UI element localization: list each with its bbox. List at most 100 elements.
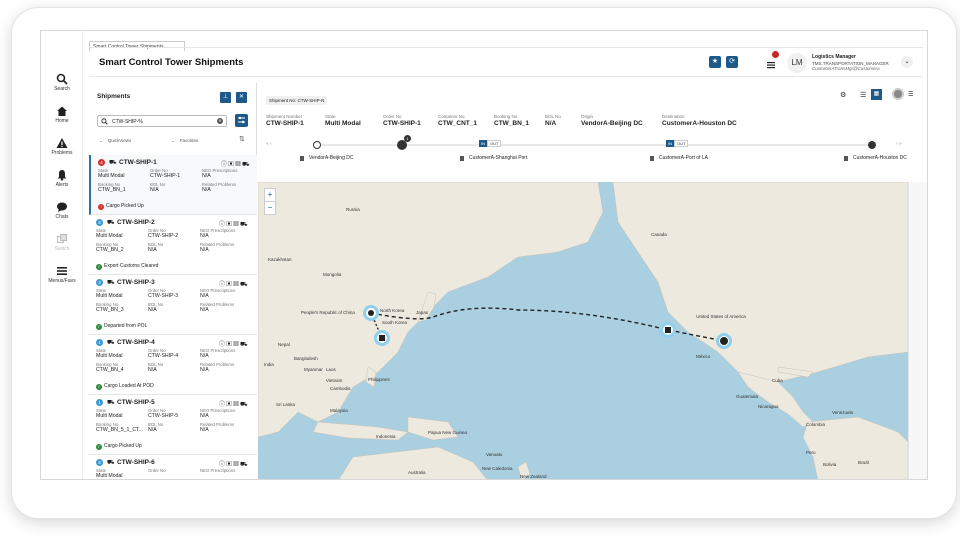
- map-label: Australia: [408, 470, 426, 475]
- nav-chats[interactable]: Chats: [41, 201, 83, 220]
- search-input[interactable]: CTW-SHIP-% ✕: [97, 115, 227, 127]
- nav-problems[interactable]: Problems: [41, 137, 83, 156]
- status-icon: ✓: [96, 264, 102, 270]
- list-view-button[interactable]: ☰: [860, 91, 866, 99]
- timeline-node-destination[interactable]: [868, 141, 876, 149]
- nav-search[interactable]: Search: [41, 73, 83, 92]
- booking-no-value: CTW_BN_3: [96, 307, 124, 313]
- related-problems-value: N/A: [200, 367, 209, 373]
- field-label: Destination: [662, 114, 685, 119]
- out-label: OUT: [674, 140, 689, 147]
- driver-avatar[interactable]: [892, 88, 904, 100]
- status-icon: !: [98, 204, 104, 210]
- map-label: India: [264, 362, 274, 367]
- in-label: IN: [479, 140, 487, 147]
- sort-icon: ⇅: [239, 136, 245, 143]
- shipment-card[interactable]: 3 ⛟ CTW-SHIP-6 ⓘ▣▦⛟ State Multi Modal Or…: [89, 455, 257, 479]
- notification-badge: [772, 51, 779, 58]
- sliders-icon: [238, 116, 245, 124]
- truck-icon: ⛟: [240, 222, 249, 228]
- chat-icon: [57, 202, 67, 212]
- map-label: Japan: [416, 310, 429, 315]
- zoom-in-button[interactable]: +: [265, 189, 275, 202]
- state-value: Multi Modal: [96, 293, 123, 299]
- menu-icon: [57, 267, 67, 275]
- nav-alerts[interactable]: Alerts: [41, 169, 83, 188]
- building-icon: [300, 156, 304, 161]
- shipment-card[interactable]: 3 ⛟ CTW-SHIP-2 ⓘ▣▦⛟ State Multi Modal Or…: [89, 215, 257, 275]
- search-value: CTW-SHIP-%: [112, 119, 143, 125]
- status-icon: ✓: [96, 384, 102, 390]
- route-map[interactable]: + − Russia Canada United States of Ameri…: [258, 182, 908, 479]
- field-shipment-number: Shipment Number CTW-SHIP-1: [266, 114, 304, 127]
- refresh-button[interactable]: ⟳: [726, 56, 738, 68]
- shipment-id: CTW-SHIP-3: [117, 279, 155, 286]
- sort-button[interactable]: ⇅: [239, 135, 245, 143]
- bol-no-value: N/A: [148, 307, 157, 313]
- order-no-value: CTW-SHIP-5: [148, 413, 179, 419]
- destination-icon: [720, 337, 728, 345]
- shipment-status: ✓ Cargo Loaded At POD: [96, 383, 154, 390]
- marker-shanghai[interactable]: [374, 330, 390, 346]
- map-view-button[interactable]: ▦: [871, 89, 882, 100]
- panel-title: Shipments: [97, 93, 131, 100]
- status-text: Cargo Picked Up: [104, 443, 142, 449]
- filter-button[interactable]: [235, 114, 248, 127]
- notifications-button[interactable]: [766, 51, 779, 69]
- marker-origin[interactable]: [363, 305, 379, 321]
- map-label: Russia: [346, 207, 360, 212]
- chevron-down-icon: ⌄: [171, 138, 175, 143]
- refresh-icon: ⟳: [729, 58, 735, 65]
- user-email: CustomerATransMgr@Customera: [812, 66, 880, 71]
- status-icon: ✓: [96, 444, 102, 450]
- building-icon: [650, 156, 654, 161]
- shipment-card[interactable]: 1 ⛟ CTW-SHIP-4 ⓘ▣▦⛟ State Multi Modal Or…: [89, 335, 257, 395]
- order-no-value: CTW-SHIP-2: [148, 233, 179, 239]
- pin-button[interactable]: ⊥: [220, 92, 231, 103]
- nav-menus-favs[interactable]: Menus/Favs: [41, 265, 83, 284]
- clear-search-icon[interactable]: ✕: [217, 118, 223, 124]
- state-value: Multi Modal: [96, 413, 123, 419]
- menu-lines-icon: [767, 62, 775, 69]
- close-panel-button[interactable]: ✕: [236, 92, 247, 103]
- favorite-button[interactable]: ★: [709, 56, 721, 68]
- left-nav: Search Home Problems Alerts Chats Switch…: [41, 31, 83, 479]
- map-label: Laos: [326, 367, 336, 372]
- in-label: IN: [666, 140, 674, 147]
- field-container-no: Container No CTW_CNT_1: [438, 114, 477, 127]
- timeline-next-button[interactable]: › »: [896, 141, 902, 147]
- settings-button[interactable]: ⚙: [840, 91, 846, 99]
- state-value: Multi Modal: [98, 173, 125, 179]
- booking-no-value: CTW_BN_2: [96, 247, 124, 253]
- nav-home[interactable]: Home: [41, 105, 83, 124]
- status-text: Export Customs Cleared: [104, 263, 159, 269]
- building-icon: [665, 327, 671, 333]
- map-label: Nicaragua: [758, 404, 779, 409]
- marker-port-la[interactable]: [660, 322, 676, 338]
- related-problems-value: N/A: [200, 427, 209, 433]
- field-label: Booking No: [494, 114, 518, 119]
- quickviews-dropdown[interactable]: ⌄ QuickViews: [99, 138, 131, 144]
- timeline-node-current[interactable]: 1: [397, 135, 411, 150]
- timeline-prev-button[interactable]: « ‹: [266, 141, 272, 147]
- shipment-card[interactable]: 1 ⛟ CTW-SHIP-5 ⓘ▣▦⛟ State Multi Modal Or…: [89, 395, 257, 455]
- favorites-dropdown[interactable]: ⌄ Favorites: [171, 138, 198, 144]
- map-label: Canada: [651, 232, 667, 237]
- shipment-card[interactable]: 4 ⛟ CTW-SHIP-1 ⓘ▣▦⛟ State Multi Modal Or…: [89, 155, 257, 215]
- timeline-node-origin[interactable]: [313, 141, 321, 149]
- neo-value: N/A: [200, 413, 209, 419]
- map-label: Bolivia: [823, 462, 837, 467]
- search-icon: [56, 73, 68, 85]
- neo-value: N/A: [200, 353, 209, 359]
- chevron-down-icon: ⌄: [99, 138, 103, 143]
- truck-icon: ⛟: [109, 160, 117, 166]
- map-label: Mongolia: [323, 272, 342, 277]
- marker-houston[interactable]: [716, 333, 732, 349]
- user-dropdown-button[interactable]: ⌄: [901, 56, 913, 68]
- shipment-card[interactable]: 3 ⛟ CTW-SHIP-3 ⓘ▣▦⛟ State Multi Modal Or…: [89, 275, 257, 335]
- zoom-out-button[interactable]: −: [265, 202, 275, 214]
- map-scrollbar[interactable]: [908, 182, 927, 479]
- nav-chats-label: Chats: [55, 214, 69, 220]
- order-no-label: Order No: [148, 468, 166, 473]
- more-menu-button[interactable]: ☰: [908, 91, 913, 98]
